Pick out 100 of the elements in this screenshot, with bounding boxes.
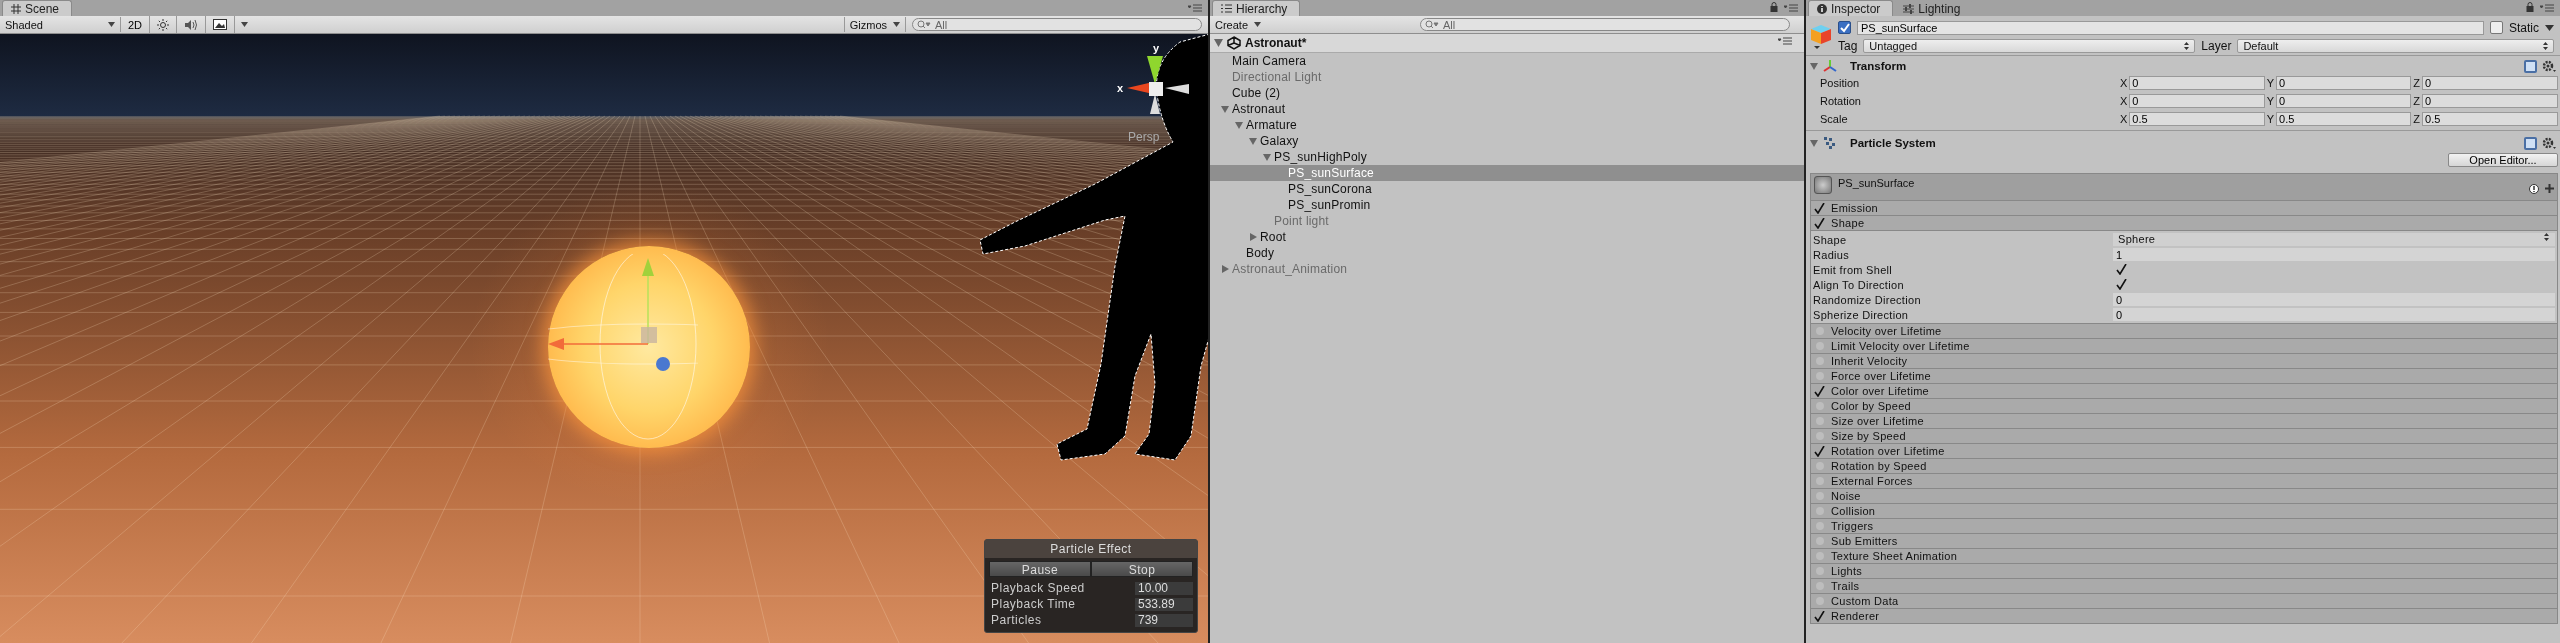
- module-header[interactable]: Rotation over Lifetime: [1810, 444, 2558, 459]
- static-checkbox[interactable]: [2490, 21, 2503, 34]
- gear-icon[interactable]: [2542, 136, 2556, 150]
- gizmos-dropdown[interactable]: Gizmos: [843, 17, 906, 32]
- number-field[interactable]: 0: [2129, 76, 2265, 90]
- number-field[interactable]: 0: [2276, 76, 2412, 90]
- module-header[interactable]: Velocity over Lifetime: [1810, 324, 2558, 339]
- gear-icon[interactable]: [2542, 59, 2556, 73]
- lock-icon[interactable]: [1770, 2, 1778, 12]
- hierarchy-item[interactable]: Astronaut: [1210, 101, 1804, 117]
- create-dropdown[interactable]: Create: [1210, 17, 1267, 32]
- caret-icon[interactable]: [241, 22, 249, 27]
- plus-icon[interactable]: [2545, 184, 2554, 193]
- checkmark-icon[interactable]: [1814, 610, 1825, 622]
- search-field[interactable]: All: [1420, 18, 1790, 31]
- menu-icon[interactable]: [1784, 4, 1798, 12]
- component-title[interactable]: Particle System: [1850, 137, 1936, 149]
- module-header[interactable]: Emission: [1810, 201, 2558, 216]
- scene-tab[interactable]: Scene: [2, 0, 73, 16]
- panel-tab[interactable]: Inspector: [1808, 0, 1894, 16]
- expanded-arrow-icon[interactable]: [1235, 121, 1243, 129]
- checkmark-icon[interactable]: [1814, 202, 1825, 214]
- module-header[interactable]: Rotation by Speed: [1810, 459, 2558, 474]
- module-header[interactable]: Custom Data: [1810, 594, 2558, 609]
- module-header[interactable]: Renderer: [1810, 609, 2558, 624]
- caret-icon[interactable]: [2545, 24, 2554, 31]
- warning-icon[interactable]: [2529, 184, 2539, 194]
- number-field[interactable]: 0: [2276, 94, 2412, 108]
- toggle-off-icon[interactable]: [1814, 580, 1825, 592]
- collapsed-arrow-icon[interactable]: [1249, 233, 1257, 241]
- hierarchy-item[interactable]: Galaxy: [1210, 133, 1804, 149]
- number-field[interactable]: 1: [2113, 248, 2555, 261]
- hierarchy-item[interactable]: Body: [1210, 245, 1804, 261]
- number-field[interactable]: 0: [2113, 308, 2555, 321]
- checkbox[interactable]: [2116, 264, 2127, 275]
- checkmark-icon[interactable]: [1814, 445, 1825, 457]
- expanded-arrow-icon[interactable]: [1221, 105, 1229, 113]
- value-field[interactable]: 739: [1135, 613, 1193, 627]
- checkmark-icon[interactable]: [1814, 385, 1825, 397]
- layer-dropdown[interactable]: Default: [2237, 38, 2554, 53]
- module-header[interactable]: External Forces: [1810, 474, 2558, 489]
- toggle-off-icon[interactable]: [1814, 505, 1825, 517]
- hierarchy-item[interactable]: PS_sunHighPoly: [1210, 149, 1804, 165]
- hierarchy-item[interactable]: Cube (2): [1210, 85, 1804, 101]
- expanded-arrow-icon[interactable]: [1249, 137, 1257, 145]
- module-header[interactable]: Lights: [1810, 564, 2558, 579]
- number-field[interactable]: 0: [2422, 94, 2558, 108]
- toggle-off-icon[interactable]: [1814, 490, 1825, 502]
- expand-arrow-icon[interactable]: [1214, 39, 1223, 47]
- toggle-off-icon[interactable]: [1814, 550, 1825, 562]
- number-field[interactable]: 0.5: [2276, 112, 2412, 126]
- projection-label[interactable]: Persp: [1128, 130, 1160, 144]
- collapsed-arrow-icon[interactable]: [1221, 265, 1229, 273]
- module-header[interactable]: Texture Sheet Animation: [1810, 549, 2558, 564]
- module-header[interactable]: Inherit Velocity: [1810, 354, 2558, 369]
- hierarchy-item[interactable]: Armature: [1210, 117, 1804, 133]
- number-field[interactable]: 0: [2422, 76, 2558, 90]
- hierarchy-item[interactable]: Main Camera: [1210, 53, 1804, 69]
- playback-button[interactable]: Stop: [1091, 561, 1193, 577]
- checkmark-icon[interactable]: [1814, 217, 1825, 229]
- shape-dropdown[interactable]: Sphere: [2113, 233, 2555, 246]
- module-header[interactable]: Limit Velocity over Lifetime: [1810, 339, 2558, 354]
- toggle-off-icon[interactable]: [1814, 535, 1825, 547]
- active-checkbox[interactable]: [1838, 21, 1851, 34]
- toggle-off-icon[interactable]: [1814, 355, 1825, 367]
- toggle-off-icon[interactable]: [1814, 475, 1825, 487]
- module-header[interactable]: Size by Speed: [1810, 429, 2558, 444]
- toggle-off-icon[interactable]: [1814, 370, 1825, 382]
- menu-icon[interactable]: [1778, 37, 1792, 45]
- checkbox[interactable]: [2116, 279, 2127, 290]
- module-header[interactable]: Sub Emitters: [1810, 534, 2558, 549]
- toggle-off-icon[interactable]: [1814, 565, 1825, 577]
- module-header[interactable]: Color over Lifetime: [1810, 384, 2558, 399]
- module-header[interactable]: Triggers: [1810, 519, 2558, 534]
- module-header[interactable]: Force over Lifetime: [1810, 369, 2558, 384]
- toggle-off-icon[interactable]: [1814, 340, 1825, 352]
- module-header[interactable]: Shape: [1810, 216, 2558, 231]
- number-field[interactable]: 0: [2113, 293, 2555, 306]
- module-header[interactable]: Size over Lifetime: [1810, 414, 2558, 429]
- playback-button[interactable]: Pause: [989, 561, 1091, 577]
- module-header[interactable]: Color by Speed: [1810, 399, 2558, 414]
- value-field[interactable]: 10.00: [1135, 581, 1193, 595]
- module-header[interactable]: Trails: [1810, 579, 2558, 594]
- number-field[interactable]: 0: [2129, 94, 2265, 108]
- expand-arrow-icon[interactable]: [1810, 62, 1818, 70]
- expand-arrow-icon[interactable]: [1810, 139, 1818, 147]
- toggle-off-icon[interactable]: [1814, 430, 1825, 442]
- name-field[interactable]: PS_sunSurface: [1857, 20, 2484, 35]
- hierarchy-tab[interactable]: Hierarchy: [1212, 0, 1301, 16]
- search-field[interactable]: All: [912, 18, 1202, 31]
- hierarchy-item[interactable]: PS_sunCorona: [1210, 181, 1804, 197]
- hierarchy-item[interactable]: Root: [1210, 229, 1804, 245]
- toggle-off-icon[interactable]: [1814, 460, 1825, 472]
- component-title[interactable]: Transform: [1850, 60, 1907, 72]
- value-field[interactable]: 533.89: [1135, 597, 1193, 611]
- menu-icon[interactable]: [2540, 4, 2554, 12]
- scene-name[interactable]: Astronaut*: [1245, 36, 1307, 50]
- number-field[interactable]: 0.5: [2422, 112, 2558, 126]
- toggle-off-icon[interactable]: [1814, 415, 1825, 427]
- toggle-off-icon[interactable]: [1814, 595, 1825, 607]
